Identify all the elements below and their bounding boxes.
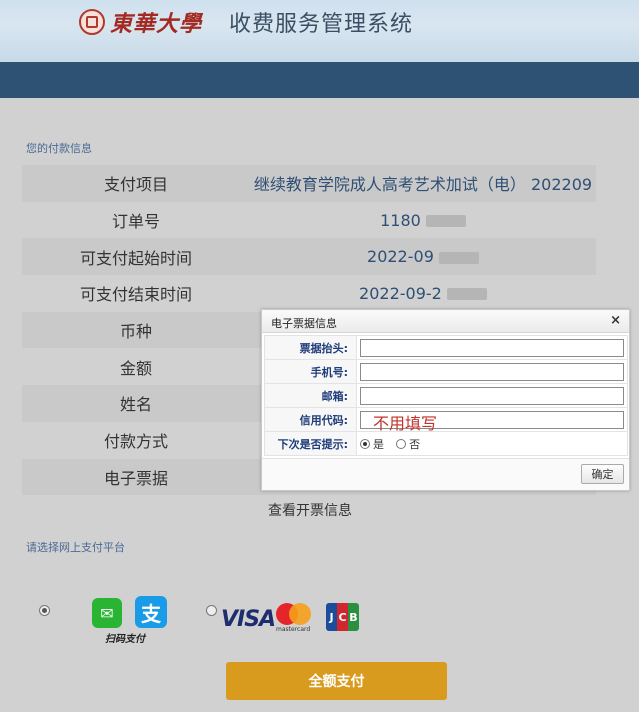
mastercard-logo: mastercard <box>276 603 312 633</box>
redacted-block <box>438 251 479 264</box>
dialog-footer: 确定 <box>262 458 629 490</box>
info-row-value: 继续教育学院成人高考艺术加试（电） 202209 <box>253 175 593 195</box>
university-seal-icon <box>79 9 105 35</box>
info-row-label: 付款方式 <box>103 432 168 452</box>
dialog-title: 电子票据信息 <box>271 317 337 330</box>
info-row-label: 可支付结束时间 <box>79 285 192 305</box>
dialog-form: 票据抬头: 手机号: 邮箱: 信用代码: 不用填写 下次是否提示: 是 否 <box>264 335 628 456</box>
redacted-block <box>446 288 487 301</box>
email-input[interactable] <box>360 386 624 405</box>
view-invoice-link[interactable]: 查看开票信息 <box>268 500 352 520</box>
e-invoice-dialog: 电子票据信息 × 票据抬头: 手机号: 邮箱: 信用代码: 不用填写 下次是否提… <box>261 309 630 491</box>
info-row-label: 金额 <box>119 358 152 378</box>
radio-checked-icon[interactable] <box>360 439 370 449</box>
email-label: 邮箱: <box>264 383 357 408</box>
info-row-label: 姓名 <box>119 395 152 415</box>
info-row-label: 币种 <box>119 322 152 342</box>
card-pay-radio[interactable] <box>206 605 217 616</box>
platform-section-label: 请选择网上支付平台 <box>26 541 125 554</box>
scan-pay-radio[interactable] <box>39 605 50 616</box>
jcb-letter: J <box>326 603 337 631</box>
info-row-label: 可支付起始时间 <box>79 248 192 268</box>
phone-label: 手机号: <box>264 359 357 384</box>
dialog-titlebar: 电子票据信息 × <box>262 310 629 333</box>
radio-unchecked-icon[interactable] <box>396 439 407 449</box>
payment-info-section-label: 您的付款信息 <box>26 142 92 155</box>
info-row-start-time: 可支付起始时间 2022-09 <box>22 238 596 276</box>
wechat-icon[interactable]: ✉ <box>92 598 122 628</box>
phone-input[interactable] <box>360 362 624 381</box>
scan-pay-label: 扫码支付 <box>105 634 145 645</box>
remind-label: 下次是否提示: <box>264 431 357 456</box>
info-row-value: 2022-09-2 <box>250 284 596 303</box>
remind-yes-option[interactable]: 是 <box>360 436 384 452</box>
info-row-item: 支付项目 继续教育学院成人高考艺术加试（电） 202209 <box>22 165 596 202</box>
page-header: 東華大學 收费服务管理系统 <box>0 0 639 62</box>
redacted-block <box>425 215 466 228</box>
credit-code-annotation: 不用填写 <box>373 414 438 433</box>
jcb-letter: C <box>337 603 348 631</box>
jcb-letter: B <box>348 603 359 631</box>
info-row-value: 2022-09 <box>250 247 596 266</box>
info-row-label: 订单号 <box>111 212 160 232</box>
nav-bar <box>0 62 639 98</box>
visa-logo: VISA <box>221 607 276 632</box>
remind-no-option[interactable]: 否 <box>396 436 420 452</box>
info-row-label: 支付项目 <box>103 175 168 195</box>
full-pay-button[interactable]: 全额支付 <box>226 662 447 700</box>
mastercard-label: mastercard <box>276 626 311 633</box>
jcb-logo: J C B <box>326 603 359 631</box>
credit-code-label: 信用代码: <box>264 407 357 432</box>
info-row-value: 1180 <box>250 211 596 230</box>
ok-button[interactable]: 确定 <box>581 464 624 484</box>
info-row-label: 电子票据 <box>103 468 168 488</box>
info-row-order-id: 订单号 1180 <box>22 202 596 239</box>
alipay-icon[interactable]: 支 <box>135 596 167 628</box>
system-title: 收费服务管理系统 <box>229 12 414 37</box>
close-icon[interactable]: × <box>610 313 621 328</box>
invoice-title-input[interactable] <box>360 338 624 357</box>
info-row-end-time: 可支付结束时间 2022-09-2 <box>22 275 596 312</box>
invoice-title-label: 票据抬头: <box>264 335 357 360</box>
university-logo-text: 東華大學 <box>110 11 203 37</box>
